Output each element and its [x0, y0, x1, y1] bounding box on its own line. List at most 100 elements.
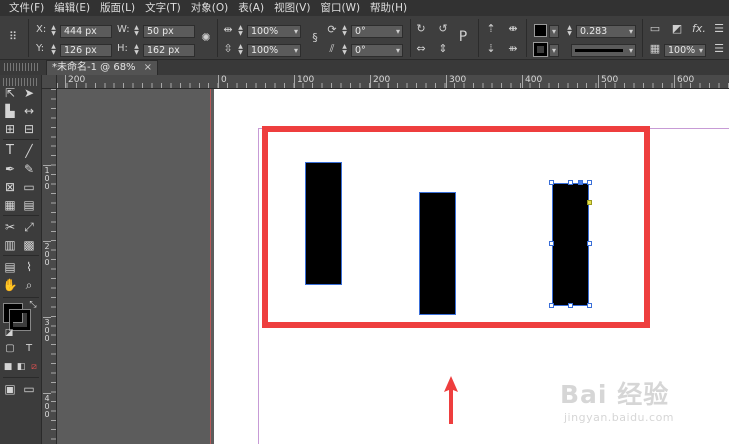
ruler-label: 400 [522, 75, 542, 88]
link-scale-icon[interactable]: § [308, 31, 322, 45]
path-type-icon[interactable]: P [456, 30, 470, 44]
y-field[interactable]: 126 px [60, 44, 112, 57]
select-content-icon[interactable]: ⇣ [484, 42, 498, 56]
shear-field[interactable]: 0° [351, 44, 403, 57]
rotate-field[interactable]: 0° [351, 25, 403, 38]
shear-icon: ⫽ [329, 42, 335, 55]
page-tool-icon[interactable]: ▙ [2, 103, 18, 119]
eyedropper-tool-icon[interactable]: ⌇ [21, 259, 37, 275]
selection-tool-icon[interactable]: ⇱ [2, 85, 18, 101]
direct-selection-tool-icon[interactable]: ➤ [21, 85, 37, 101]
divider [3, 215, 39, 216]
swap-fill-stroke-icon[interactable]: ⤡ [25, 297, 41, 313]
table-tool-icon[interactable]: ▦ [2, 197, 18, 213]
stroke-weight-stepper-icon[interactable]: ▲ ▼ [566, 25, 573, 37]
select-previous-icon[interactable]: ⇼ [506, 22, 520, 36]
rotate-cw-icon[interactable]: ↻ [414, 22, 428, 36]
menu-object[interactable]: 对象(O) [186, 0, 233, 16]
note-tool-icon[interactable]: ▤ [2, 259, 18, 275]
watermark-url: jingyan.baidu.com [564, 411, 675, 424]
scale-y-field[interactable]: 100% [247, 44, 301, 57]
menu-view[interactable]: 视图(V) [269, 0, 315, 16]
type-tool-icon[interactable]: T [2, 143, 18, 159]
x-field[interactable]: 444 px [60, 25, 112, 38]
fx-icon[interactable]: fx. [692, 22, 706, 36]
y-label: Y: [36, 43, 45, 54]
rotate-stepper-icon[interactable]: ▲ ▼ [341, 25, 348, 37]
ruler-label: 100 [43, 165, 51, 191]
menu-window[interactable]: 窗口(W) [315, 0, 365, 16]
scale-x-stepper-icon[interactable]: ▲ ▼ [237, 25, 244, 37]
line-tool-icon[interactable]: ╱ [21, 143, 37, 159]
scale-y-icon: ⇳ [223, 42, 233, 55]
ruler-label: 100 [294, 75, 314, 88]
menu-edit[interactable]: 编辑(E) [49, 0, 95, 16]
stroke-weight-field[interactable]: 0.283 [576, 25, 636, 38]
default-fill-stroke-icon[interactable]: ◪ [1, 325, 17, 341]
scale-x-field[interactable]: 100% [247, 25, 301, 38]
rotate-ccw-icon[interactable]: ↺ [436, 22, 450, 36]
fill-dropdown[interactable] [549, 25, 559, 38]
select-container-icon[interactable]: ⇡ [484, 22, 498, 36]
gradient-feather-tool-icon[interactable]: ▩ [21, 237, 37, 253]
formatting-text-icon[interactable]: T [21, 341, 37, 357]
panel-grip-icon[interactable] [4, 63, 40, 71]
w-stepper-icon[interactable]: ▲ ▼ [133, 25, 140, 37]
text-wrap-icon[interactable]: ☰ [712, 22, 726, 36]
flip-vertical-icon[interactable]: ⇕ [436, 42, 450, 56]
vertical-ruler[interactable]: 100 200 300 400 [42, 89, 57, 444]
gradient-swatch-tool-icon[interactable]: ▥ [2, 237, 18, 253]
preview-mode-icon[interactable]: ▭ [21, 381, 37, 397]
menu-type[interactable]: 文字(T) [140, 0, 186, 16]
reference-point-icon[interactable]: ⠿ [6, 30, 20, 44]
scissors-tool-icon[interactable]: ✂ [2, 219, 18, 235]
ruler-label: 300 [43, 317, 51, 343]
hand-tool-icon[interactable]: ✋ [2, 277, 18, 293]
ruler-label: 200 [65, 75, 85, 88]
x-stepper-icon[interactable]: ▲ ▼ [50, 25, 57, 37]
ruler-label: 600 [674, 75, 694, 88]
h-stepper-icon[interactable]: ▲ ▼ [133, 44, 140, 56]
horizontal-ruler[interactable]: 200 0 100 200 300 400 500 600 [57, 75, 729, 89]
menu-layout[interactable]: 版面(L) [95, 0, 140, 16]
content-collector-icon[interactable]: ⊞ [2, 121, 18, 137]
close-tab-icon[interactable]: × [144, 61, 152, 74]
rectangle-tool-icon[interactable]: ▭ [21, 179, 37, 195]
opacity-field[interactable]: 100% [664, 44, 706, 57]
fill-swatch[interactable] [534, 24, 547, 37]
y-stepper-icon[interactable]: ▲ ▼ [50, 44, 57, 56]
x-label: X: [36, 24, 47, 35]
pencil-tool-icon[interactable]: ✎ [21, 161, 37, 177]
horizontal-grid-tool-icon[interactable]: ▤ [21, 197, 37, 213]
free-transform-tool-icon[interactable]: ⤢ [21, 219, 37, 235]
h-field[interactable]: 162 px [143, 44, 195, 57]
frame-icon[interactable]: ▭ [648, 22, 662, 36]
divider [3, 139, 39, 140]
scale-y-stepper-icon[interactable]: ▲ ▼ [237, 44, 244, 56]
apply-none-icon[interactable]: ⧄ [26, 359, 42, 375]
flip-horizontal-icon[interactable]: ⇔ [414, 42, 428, 56]
formatting-container-icon[interactable]: ▢ [2, 341, 18, 357]
content-placer-icon[interactable]: ⊟ [21, 121, 37, 137]
pen-tool-icon[interactable]: ✒ [2, 161, 18, 177]
constrain-proportions-icon[interactable]: ✺ [199, 31, 213, 45]
menu-table[interactable]: 表(A) [233, 0, 269, 16]
stroke-swatch[interactable] [533, 42, 548, 57]
rectangle-frame-tool-icon[interactable]: ⊠ [2, 179, 18, 195]
zoom-tool-icon[interactable]: ⌕ [21, 277, 37, 293]
gap-tool-icon[interactable]: ↔ [21, 103, 37, 119]
select-next-icon[interactable]: ⇻ [506, 42, 520, 56]
stroke-dropdown[interactable] [549, 44, 559, 57]
separator [478, 19, 479, 57]
panel-menu-icon[interactable]: ☰ [712, 42, 726, 56]
rotate-icon: ⟳ [327, 23, 337, 36]
menu-file[interactable]: 文件(F) [4, 0, 49, 16]
effects-box-icon[interactable]: ◩ [670, 22, 684, 36]
menu-help[interactable]: 帮助(H) [365, 0, 412, 16]
shear-stepper-icon[interactable]: ▲ ▼ [341, 44, 348, 56]
stroke-type-dropdown[interactable] [571, 44, 636, 57]
document-tab[interactable]: *未命名-1 @ 68% × [46, 60, 158, 75]
w-field[interactable]: 50 px [143, 25, 195, 38]
screen-mode-icon[interactable]: ▣ [2, 381, 18, 397]
ruler-origin[interactable] [42, 75, 57, 89]
